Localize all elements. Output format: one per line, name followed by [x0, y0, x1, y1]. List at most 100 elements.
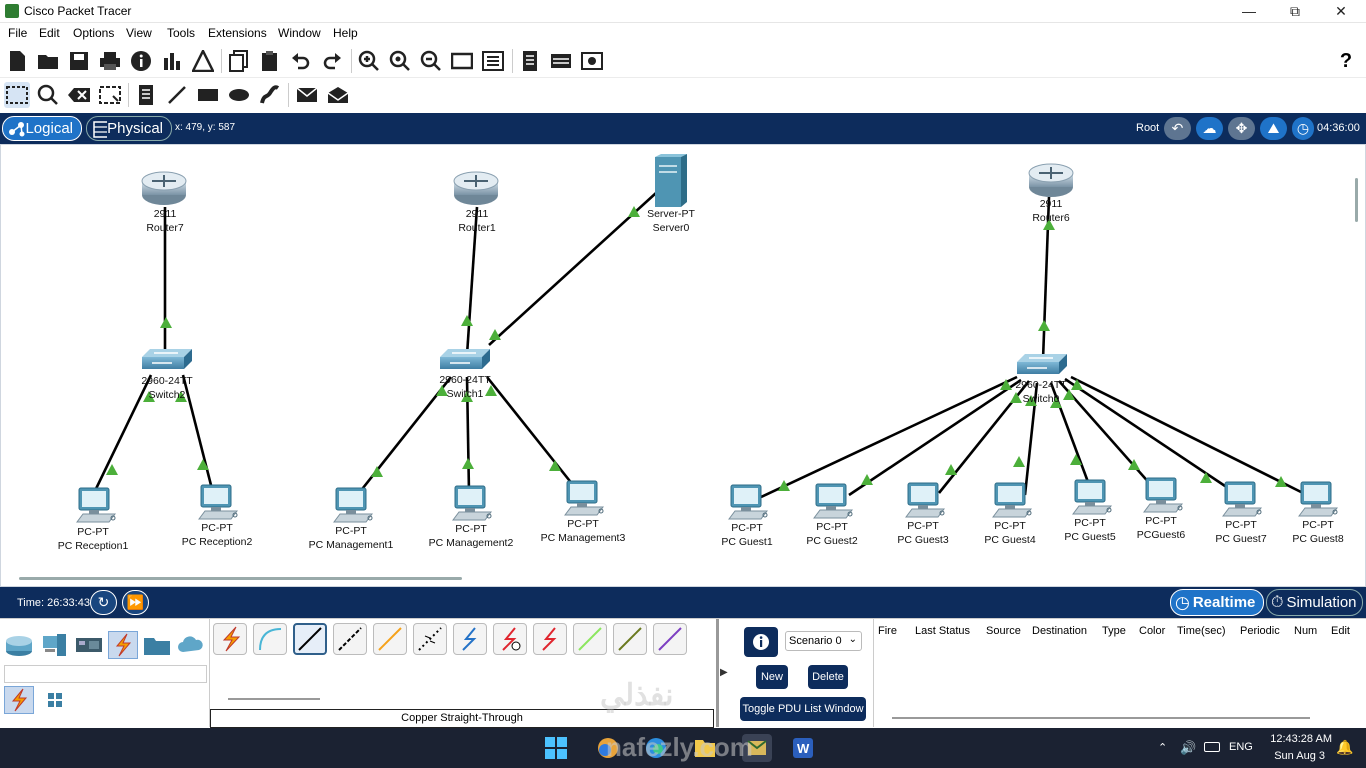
- drawing-palette-icon[interactable]: [449, 48, 475, 74]
- logical-workspace[interactable]: 2911 Router7 2911 Router1 2911 Router6 Serv…: [0, 144, 1366, 587]
- redo-icon[interactable]: [319, 48, 345, 74]
- menu-view[interactable]: View: [126, 26, 152, 40]
- pc-icon[interactable]: [1143, 477, 1183, 513]
- category-search[interactable]: [4, 665, 207, 683]
- pc-icon[interactable]: [728, 484, 768, 520]
- move-object-icon[interactable]: ✥: [1228, 117, 1255, 140]
- components-icon[interactable]: [74, 631, 104, 659]
- back-icon[interactable]: ↶: [1164, 117, 1191, 140]
- expand-arrow-icon[interactable]: ▶: [720, 667, 728, 678]
- cloud-icon[interactable]: ☁: [1196, 117, 1223, 140]
- volume-icon[interactable]: 🔊: [1180, 740, 1196, 756]
- print-icon[interactable]: [97, 48, 123, 74]
- delete-scenario-button[interactable]: Delete: [808, 665, 848, 689]
- console-cable-icon[interactable]: [253, 623, 287, 655]
- vertical-scrollbar[interactable]: [1355, 178, 1358, 222]
- pc-icon[interactable]: [452, 485, 492, 521]
- pc-icon[interactable]: [1072, 479, 1112, 515]
- connections-icon[interactable]: [108, 631, 138, 659]
- simulation-tab[interactable]: ⏱ Simulation: [1266, 589, 1363, 616]
- cable-list-scrollbar[interactable]: [228, 698, 320, 700]
- network-link[interactable]: [760, 375, 1018, 499]
- minimize-button[interactable]: —: [1226, 0, 1272, 23]
- pc-icon[interactable]: [992, 482, 1032, 518]
- menu-help[interactable]: Help: [333, 26, 358, 40]
- iot-custom-cable-icon[interactable]: [613, 623, 647, 655]
- custom-device-icon[interactable]: [480, 48, 506, 74]
- inspect-icon[interactable]: [35, 82, 61, 108]
- network-devices-icon[interactable]: [4, 631, 34, 659]
- fiber-icon[interactable]: [373, 623, 407, 655]
- image-icon[interactable]: [579, 48, 605, 74]
- grid-view-icon[interactable]: [40, 686, 70, 714]
- multiuser-icon[interactable]: [176, 631, 206, 659]
- info-icon[interactable]: [128, 48, 154, 74]
- pc-icon[interactable]: [564, 480, 604, 516]
- draw-line-icon[interactable]: [164, 82, 190, 108]
- copper-cross-over-icon[interactable]: [333, 623, 367, 655]
- serial-dte-icon[interactable]: [533, 623, 567, 655]
- menu-edit[interactable]: Edit: [39, 26, 60, 40]
- draw-rectangle-icon[interactable]: [195, 82, 221, 108]
- zoom-reset-icon[interactable]: [387, 48, 413, 74]
- pc-icon[interactable]: [1298, 481, 1338, 517]
- connections-subtype-icon[interactable]: [4, 686, 34, 714]
- pc-icon[interactable]: [76, 487, 116, 523]
- activity-wizard-icon[interactable]: [190, 48, 216, 74]
- power-cycle-icon[interactable]: ↻: [90, 590, 117, 615]
- place-note-icon[interactable]: [133, 82, 159, 108]
- draw-ellipse-icon[interactable]: [226, 82, 252, 108]
- scenario-info-icon[interactable]: [744, 627, 778, 657]
- add-complex-pdu-icon[interactable]: [325, 82, 351, 108]
- horizontal-scrollbar[interactable]: [19, 577, 462, 580]
- close-button[interactable]: ✕: [1318, 0, 1364, 23]
- battery-icon[interactable]: [1204, 742, 1220, 752]
- maximize-button[interactable]: ⧉: [1272, 0, 1318, 23]
- start-icon[interactable]: [541, 734, 571, 762]
- taskbar-time[interactable]: 12:43:28 AM: [1262, 733, 1332, 745]
- pc-icon[interactable]: [905, 482, 945, 518]
- pc-icon[interactable]: [333, 487, 373, 523]
- network-wizard-icon[interactable]: [159, 48, 185, 74]
- clock-icon[interactable]: ◷: [1292, 117, 1314, 140]
- notes-icon[interactable]: [517, 48, 543, 74]
- pc-icon[interactable]: [1222, 481, 1262, 517]
- copper-straight-through-icon[interactable]: [293, 623, 327, 655]
- delete-icon[interactable]: [66, 82, 92, 108]
- zoom-out-icon[interactable]: [418, 48, 444, 74]
- toggle-pdu-list-button[interactable]: Toggle PDU List Window: [740, 697, 866, 721]
- add-simple-pdu-icon[interactable]: [294, 82, 320, 108]
- phone-cable-icon[interactable]: [413, 623, 447, 655]
- octal-cable-icon[interactable]: [573, 623, 607, 655]
- coaxial-cable-icon[interactable]: [453, 623, 487, 655]
- paste-icon[interactable]: [257, 48, 283, 74]
- pc-icon[interactable]: [813, 483, 853, 519]
- menu-window[interactable]: Window: [278, 26, 321, 40]
- taskbar-date[interactable]: Sun Aug 3: [1262, 750, 1325, 762]
- serial-dce-icon[interactable]: [493, 623, 527, 655]
- menu-extensions[interactable]: Extensions: [208, 26, 267, 40]
- notification-bell-icon[interactable]: 🔔: [1336, 739, 1353, 756]
- help-icon[interactable]: ?: [1333, 48, 1359, 74]
- fast-forward-icon[interactable]: ⏩: [122, 590, 149, 615]
- pdu-scrollbar[interactable]: [892, 717, 1310, 719]
- pc-icon[interactable]: [198, 484, 238, 520]
- new-scenario-button[interactable]: New: [756, 665, 788, 689]
- network-link[interactable]: [848, 378, 1022, 497]
- menu-options[interactable]: Options: [73, 26, 114, 40]
- viewport-icon[interactable]: ⛰: [1260, 117, 1287, 140]
- auto-connection-icon[interactable]: [213, 623, 247, 655]
- new-file-icon[interactable]: [4, 48, 30, 74]
- freeform-icon[interactable]: [257, 82, 283, 108]
- miscellaneous-icon[interactable]: [142, 631, 172, 659]
- scenario-select[interactable]: Scenario 0 ⌄: [785, 631, 862, 651]
- select-icon[interactable]: [4, 82, 30, 108]
- device-list-icon[interactable]: [548, 48, 574, 74]
- physical-tab[interactable]: Physical: [86, 116, 172, 141]
- end-devices-icon[interactable]: [40, 631, 70, 659]
- realtime-tab[interactable]: ◷ Realtime: [1170, 589, 1264, 616]
- word-icon[interactable]: W: [788, 734, 818, 762]
- open-folder-icon[interactable]: [35, 48, 61, 74]
- usb-cable-icon[interactable]: [653, 623, 687, 655]
- language-indicator[interactable]: ENG: [1229, 741, 1253, 753]
